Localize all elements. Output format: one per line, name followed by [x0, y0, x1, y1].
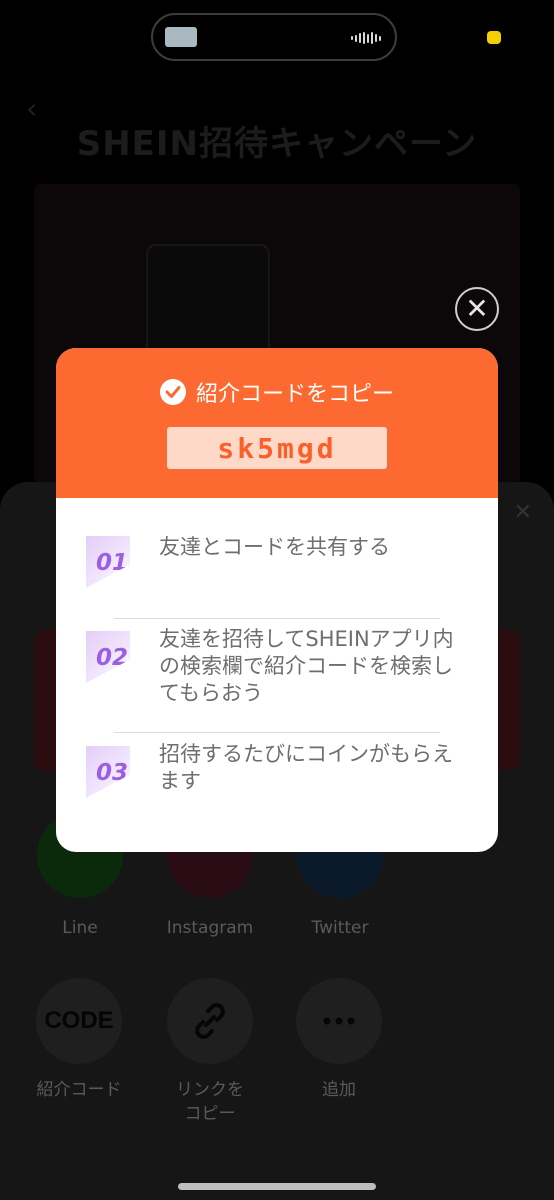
home-indicator[interactable]: [178, 1183, 376, 1190]
referral-code: sk5mgd: [217, 431, 337, 465]
step-text: 友達を招待してSHEINアプリ内の検索欄で紹介コードを検索してもらおう: [159, 627, 454, 705]
background-header: ‹ SHEIN招待キャンペーン: [0, 70, 554, 180]
sheet-close-icon[interactable]: ✕: [514, 500, 532, 525]
link-icon: [167, 978, 253, 1064]
share-instagram-label: Instagram: [166, 918, 254, 938]
copied-label: 紹介コードをコピー: [195, 382, 394, 407]
step-text: 友達とコードを共有する: [159, 535, 390, 559]
audio-wave-icon: [351, 31, 381, 45]
action-copy-link[interactable]: リンクをコピー: [150, 978, 270, 1126]
step-text: 招待するたびにコインがもらえます: [159, 742, 453, 793]
step-number-badge: 03: [86, 746, 130, 798]
code-text-icon: CODE: [36, 978, 122, 1064]
modal-close-button[interactable]: ✕: [455, 287, 499, 331]
more-icon: [296, 978, 382, 1064]
close-icon: ✕: [465, 292, 489, 325]
step-number-badge: 02: [86, 631, 130, 683]
recording-indicator-icon: [487, 31, 501, 44]
modal-header: 紹介コードをコピー sk5mgd: [56, 348, 498, 498]
step-number-badge: 01: [86, 536, 130, 588]
action-more[interactable]: 追加: [279, 978, 399, 1102]
divider: [114, 732, 440, 733]
action-referral-code[interactable]: CODE 紹介コード: [19, 978, 139, 1102]
action-referral-code-label: 紹介コード: [36, 1080, 122, 1100]
share-line-label: Line: [62, 918, 98, 938]
divider: [114, 618, 440, 619]
share-twitter-label: Twitter: [311, 918, 369, 938]
check-circle-icon: [159, 379, 186, 405]
background-title: SHEIN招待キャンペーン: [76, 124, 478, 164]
dynamic-island[interactable]: [151, 13, 397, 61]
referral-code-box[interactable]: sk5mgd: [167, 427, 387, 469]
action-copy-link-label: リンクをコピー: [176, 1080, 244, 1124]
action-more-label: 追加: [322, 1080, 356, 1100]
referral-modal: 紹介コードをコピー sk5mgd 01 友達とコードを共有する 02 友達を招待…: [56, 348, 498, 852]
media-thumbnail: [165, 27, 197, 47]
